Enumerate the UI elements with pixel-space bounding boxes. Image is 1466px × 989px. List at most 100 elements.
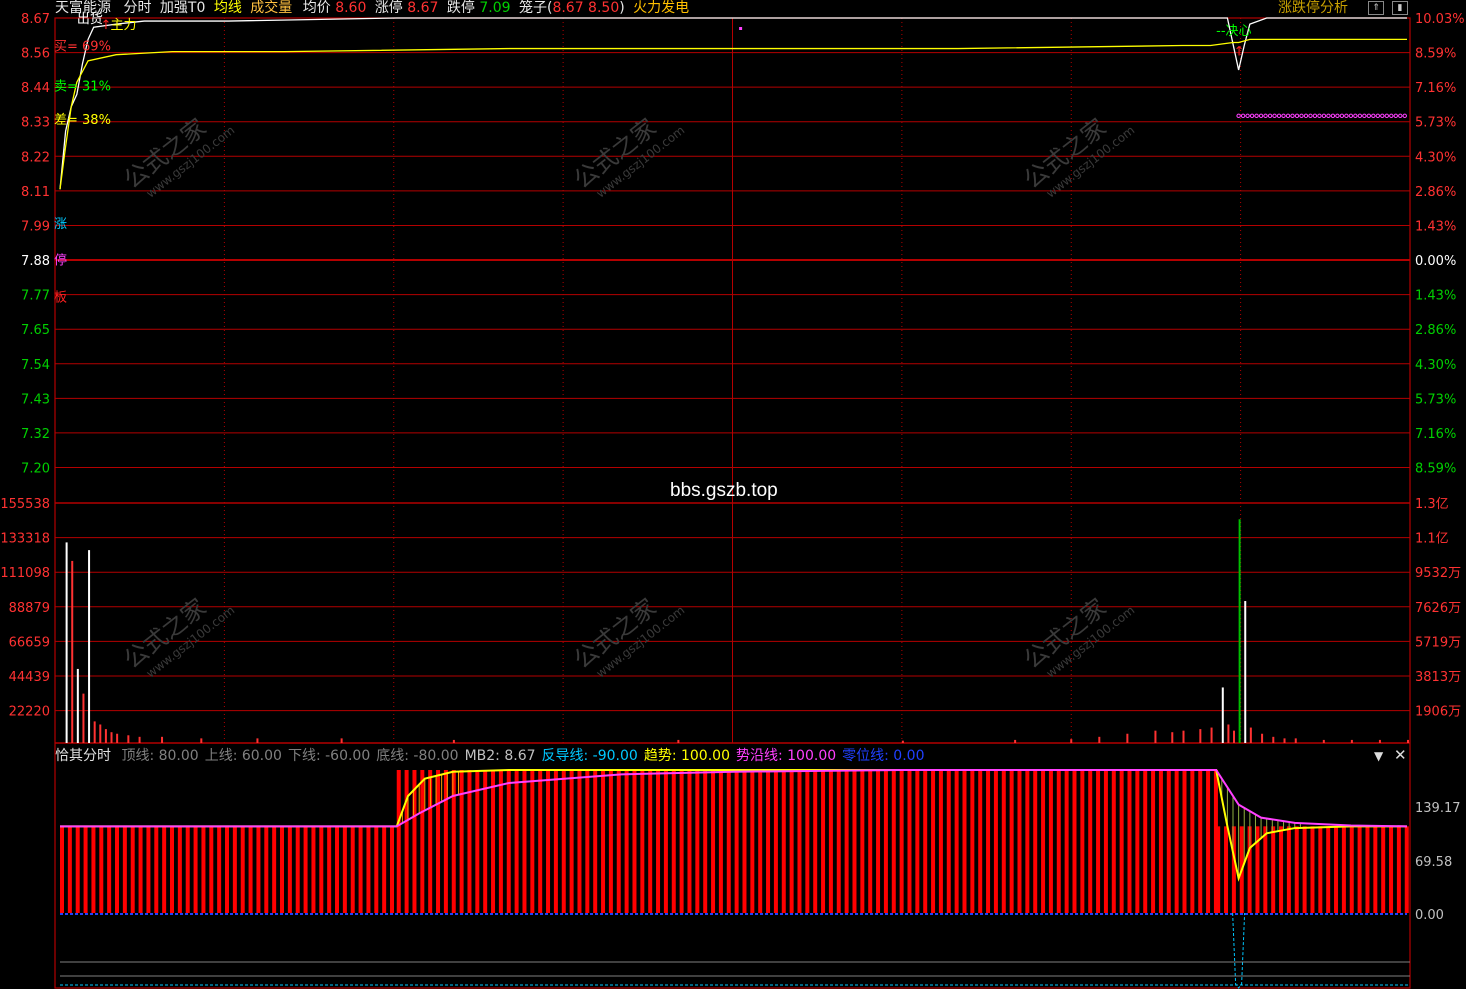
indicator-bar — [1271, 826, 1276, 913]
indicator-legend-item: 势沿线: 100.00 — [735, 748, 837, 764]
indicator-bar — [350, 826, 355, 913]
indicator-bar — [1206, 770, 1211, 913]
indicator-bar — [766, 770, 771, 913]
level-dot — [1245, 113, 1250, 119]
window-toggle-icon[interactable]: ▮ — [1392, 1, 1408, 15]
indicator-bar — [1056, 770, 1061, 913]
amount-tick-label: 1906万 — [1415, 705, 1461, 720]
indicator-bar — [1334, 826, 1339, 913]
indicator-bar — [915, 770, 920, 913]
level-dot — [1357, 113, 1363, 119]
indicator-bar — [1064, 770, 1069, 913]
indicator-bar — [797, 770, 802, 913]
volume-bar — [340, 738, 343, 743]
indicator-bar — [420, 770, 425, 913]
indicator-bar — [1286, 826, 1291, 913]
indicator-bar — [569, 770, 574, 913]
indicator-bar — [287, 826, 292, 913]
cage-label: 笼子( — [518, 0, 553, 16]
volume-bar — [1154, 730, 1157, 743]
indicator-bar — [986, 770, 991, 913]
indicator-bar — [451, 770, 456, 913]
indicator-bar — [467, 770, 472, 913]
level-dot — [1285, 113, 1291, 119]
indicator-bar — [624, 770, 629, 913]
level-dot — [1294, 113, 1300, 119]
level-dot — [1236, 113, 1241, 119]
volume-bar — [1014, 739, 1017, 743]
indicator-bar — [382, 826, 387, 913]
indicator-legend-item: 零位线: 0.00 — [842, 748, 925, 764]
indicator-bar — [1158, 770, 1163, 913]
indicator-bar — [538, 770, 543, 913]
indicator-bar — [1017, 770, 1022, 913]
indicator-bar — [1119, 770, 1124, 913]
price-tick-label: 8.44 — [21, 81, 50, 96]
indicator-bar — [436, 770, 441, 913]
indicator-bar — [498, 770, 503, 913]
level-dot — [1330, 113, 1336, 119]
indicator-bar — [1166, 770, 1171, 913]
chart-frame — [54, 17, 1411, 989]
level-dot — [1263, 113, 1268, 119]
volume-bar — [88, 550, 91, 743]
amount-tick-label: 3813万 — [1415, 670, 1461, 685]
indicator-bar — [201, 826, 206, 913]
pct-tick-label: 7.16% — [1415, 81, 1456, 96]
price-tick-label: 8.67 — [21, 12, 50, 27]
cage-close: ) — [619, 0, 625, 16]
indicator-bar — [561, 770, 566, 913]
indicator-bar — [679, 770, 684, 913]
amount-tick-label: 1.1亿 — [1415, 532, 1449, 547]
indicator-bar — [130, 826, 135, 913]
indicator-bar — [327, 826, 332, 913]
price-annotation: 差= 38% — [54, 113, 111, 128]
indicator-bar — [836, 770, 841, 913]
level-dot — [1380, 113, 1385, 119]
volume-bar — [82, 693, 85, 743]
center-watermark: bbs.gszb.top — [670, 480, 778, 501]
level-dot — [1384, 113, 1389, 119]
indicator-bar — [844, 770, 849, 913]
indicator-bar — [608, 770, 613, 913]
volume-bar — [1272, 736, 1275, 743]
indicator-bar — [663, 770, 668, 913]
chevron-down-icon[interactable]: ▼ — [1374, 749, 1383, 763]
indicator-title[interactable]: 恰其分时 — [55, 748, 111, 764]
indicator-bar — [1033, 770, 1038, 913]
analysis-link-text[interactable]: 涨跌停分析 — [1278, 0, 1348, 16]
indicator-bar — [1174, 770, 1179, 913]
volume-bar — [1221, 687, 1224, 743]
close-icon[interactable]: ✕ — [1394, 746, 1407, 764]
mode-label[interactable]: 分时 — [123, 0, 151, 16]
pct-tick-label: 10.03% — [1415, 12, 1465, 27]
avg-price-label: 均价 — [302, 0, 331, 16]
indicator-bar — [225, 826, 230, 913]
level-dot — [1362, 113, 1367, 119]
pct-tick-label: 4.30% — [1415, 150, 1456, 165]
avg-price-value: 8.60 — [335, 0, 367, 16]
float-window-icon[interactable]: ⇑ — [1368, 1, 1384, 15]
indicator-bar — [813, 770, 818, 913]
volume-bar — [93, 721, 96, 743]
indicator-bar — [883, 770, 888, 913]
indicator-bar — [1216, 826, 1221, 913]
indicator-bar — [146, 826, 151, 913]
stamp-watermark: 公式之家 — [119, 593, 212, 674]
volume-bar — [104, 729, 107, 743]
indicator-bar — [319, 826, 324, 913]
price-tick-label: 7.32 — [21, 427, 50, 442]
level-dot — [1240, 113, 1246, 119]
indicator-bar — [1326, 826, 1331, 913]
sector-label[interactable]: 火力发电 — [633, 0, 689, 16]
indicator-bar — [1103, 770, 1108, 913]
level-dot — [1254, 113, 1259, 119]
stamp-watermark: 公式之家 — [1019, 113, 1112, 194]
stock-name[interactable]: 天富能源 — [55, 0, 111, 16]
price-tick-label: 7.54 — [21, 358, 50, 373]
volume-bar — [116, 733, 119, 743]
pct-tick-label: 1.43% — [1415, 289, 1456, 304]
analysis-link[interactable]: 涨跌停分析 — [1278, 0, 1348, 18]
enhance-label[interactable]: 加强T0 — [160, 0, 205, 16]
indicator-bar — [154, 826, 159, 913]
